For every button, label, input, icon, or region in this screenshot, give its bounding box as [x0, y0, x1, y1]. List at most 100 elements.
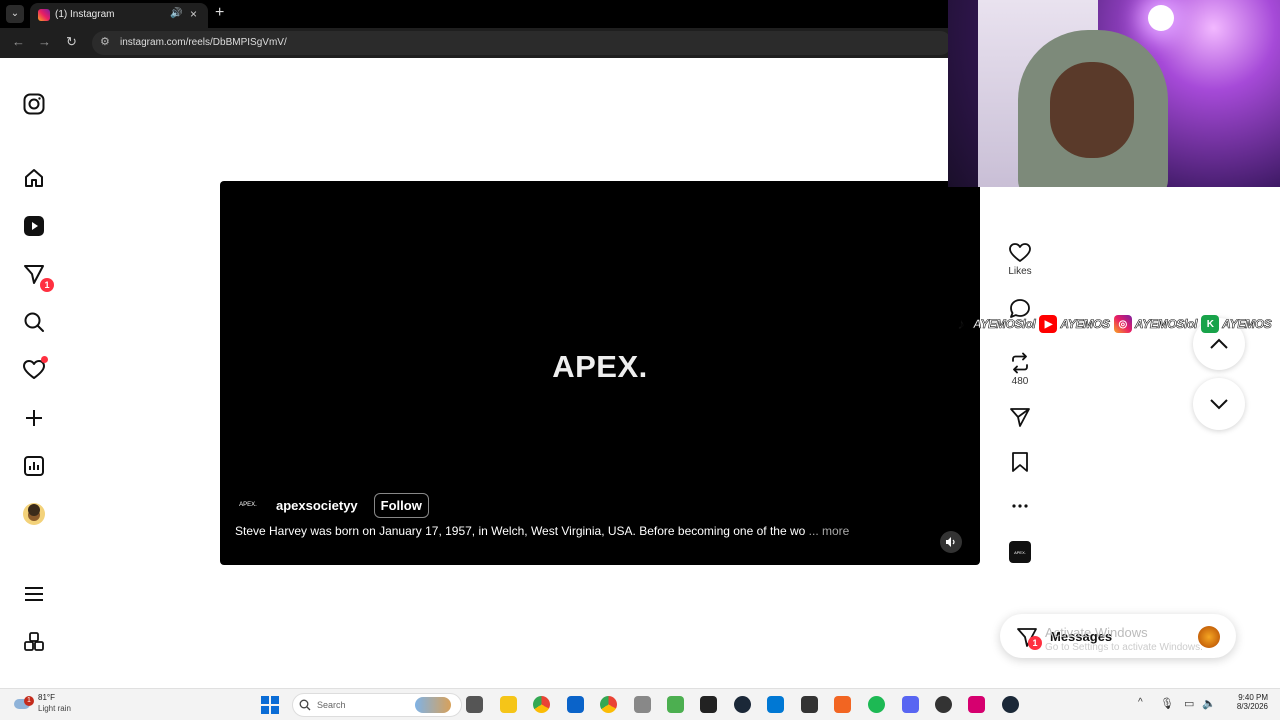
store-icon[interactable]	[567, 696, 584, 713]
social-instagram: ◎ AYEMOSlol	[1113, 315, 1198, 333]
mute-toggle-icon[interactable]	[940, 531, 962, 553]
webcam-lamp	[1148, 5, 1174, 31]
repost-icon[interactable]	[1009, 352, 1031, 374]
webcam-person-face	[1050, 62, 1134, 158]
spotify-icon[interactable]	[868, 696, 885, 713]
forward-icon[interactable]: →	[38, 34, 51, 49]
network-icon[interactable]: ▭	[1184, 697, 1194, 710]
capcut-icon[interactable]	[700, 696, 717, 713]
more-dots-icon[interactable]	[1009, 496, 1031, 516]
tab-search-dropdown-icon[interactable]: ⌄	[6, 5, 24, 23]
reel-caption[interactable]: Steve Harvey was born on January 17, 195…	[235, 524, 849, 538]
clock-time: 9:40 PM	[1238, 693, 1268, 702]
social-handle: AYEMOSlol	[1134, 317, 1198, 332]
search-highlight-icon	[415, 697, 451, 713]
tab-close-icon[interactable]: ×	[190, 7, 197, 21]
share-icon[interactable]	[1009, 406, 1031, 428]
chevron-down-icon	[1210, 399, 1228, 410]
youtube-icon: ▶	[1039, 315, 1058, 333]
bookmark-icon[interactable]	[1009, 451, 1031, 473]
windows-start-icon[interactable]	[261, 696, 279, 714]
settings-gear-icon[interactable]	[634, 696, 651, 713]
apps-grid-icon[interactable]	[22, 630, 46, 654]
reload-icon[interactable]: ↻	[66, 34, 77, 50]
new-tab-icon[interactable]: +	[215, 4, 224, 22]
social-youtube: ▶ AYEMOS	[1039, 315, 1110, 333]
weather-desc: Light rain	[38, 704, 71, 713]
heart-icon[interactable]	[1009, 242, 1031, 264]
follow-button[interactable]: Follow	[373, 492, 429, 518]
reel-video[interactable]: APEX. APEX. apexsocietyy Follow Steve Ha…	[220, 181, 980, 565]
activate-windows-sub: Go to Settings to activate Windows.	[1045, 642, 1203, 653]
caption-text: Steve Harvey was born on January 17, 195…	[235, 524, 806, 538]
taskbar-search-icon	[299, 699, 311, 711]
audio-thumb-text: APEX.	[1009, 541, 1031, 563]
activate-windows-title: Activate Windows	[1045, 625, 1148, 640]
more-options-action[interactable]	[1000, 496, 1040, 516]
task-view-icon[interactable]	[466, 696, 483, 713]
repost-action[interactable]: 480	[1000, 352, 1040, 387]
steam-icon[interactable]	[734, 696, 751, 713]
author-avatar[interactable]: APEX.	[234, 491, 262, 519]
like-action[interactable]: Likes	[1000, 242, 1040, 277]
browser-tab[interactable]: (1) Instagram 🔊 ×	[30, 3, 208, 28]
taskbar-search-placeholder: Search	[317, 700, 346, 710]
home-icon[interactable]	[22, 166, 46, 190]
share-action[interactable]	[1000, 406, 1040, 428]
chevron-up-icon	[1210, 338, 1228, 349]
create-plus-icon[interactable]	[22, 406, 46, 430]
notifications-dot	[41, 356, 48, 363]
file-explorer-icon[interactable]	[500, 696, 517, 713]
reel-author: APEX. apexsocietyy Follow	[234, 491, 429, 519]
next-reel-button[interactable]	[1193, 378, 1245, 430]
microphone-icon[interactable]: 🎙	[1160, 697, 1174, 710]
instagram-sidebar: 1	[0, 60, 68, 688]
tiktok-icon: ♪	[957, 315, 965, 333]
social-handle: AYEMOS	[1222, 317, 1272, 332]
caption-more-link[interactable]: ... more	[809, 524, 850, 538]
volume-icon[interactable]: 🔈	[1202, 697, 1216, 710]
tab-audio-icon[interactable]: 🔊	[170, 8, 182, 19]
clock-date: 8/3/2026	[1236, 702, 1268, 711]
messages-badge: 1	[1028, 636, 1042, 650]
author-username[interactable]: apexsocietyy	[276, 498, 358, 513]
back-icon[interactable]: ←	[12, 34, 25, 49]
audio-thumbnail[interactable]: APEX.	[1000, 541, 1040, 563]
social-kick: K AYEMOS	[1201, 315, 1272, 333]
messages-nav-icon[interactable]: 1	[22, 262, 54, 292]
search-icon[interactable]	[22, 310, 46, 334]
chrome-icon[interactable]	[533, 696, 550, 713]
instagram-icon: ◎	[1113, 315, 1132, 333]
instagram-favicon-icon	[38, 9, 50, 21]
dashboard-icon[interactable]	[22, 454, 46, 478]
profile-avatar[interactable]	[22, 502, 46, 526]
weather-temp: 81°F	[38, 693, 55, 702]
steam-2-icon[interactable]	[1002, 696, 1019, 713]
screen: ⌄ (1) Instagram 🔊 × + ← → ↻ ⚙ instagram.…	[0, 0, 1280, 720]
site-info-icon[interactable]: ⚙	[100, 35, 110, 48]
notifications-heart-icon[interactable]	[22, 356, 48, 382]
more-menu-icon[interactable]	[22, 582, 46, 606]
taskbar-search-box[interactable]: Search	[292, 693, 462, 717]
address-bar[interactable]: ⚙ instagram.com/reels/DbBMPISgVmV/	[92, 31, 952, 55]
reel-brand-text: APEX.	[552, 349, 648, 384]
app-pink-icon[interactable]	[968, 696, 985, 713]
likes-label: Likes	[1008, 266, 1032, 277]
kick-icon: K	[1201, 315, 1220, 333]
social-handle: AYEMOS	[1060, 317, 1110, 332]
reels-icon[interactable]	[22, 214, 46, 238]
tray-chevron-icon[interactable]: ^	[1138, 697, 1143, 708]
epic-games-icon[interactable]	[801, 696, 818, 713]
taskbar-clock[interactable]: 9:40 PM 8/3/2026	[1224, 693, 1268, 711]
weather-badge: 1	[24, 696, 34, 706]
tab-title: (1) Instagram	[55, 9, 115, 20]
app-orange-icon[interactable]	[834, 696, 851, 713]
instagram-logo-icon[interactable]	[22, 92, 46, 116]
app-blue-icon[interactable]	[767, 696, 784, 713]
discord-icon[interactable]	[902, 696, 919, 713]
save-action[interactable]	[1000, 451, 1040, 473]
obs-icon[interactable]	[935, 696, 952, 713]
windows-taskbar: 1 81°F Light rain Search ^ 🎙 ▭ 🔈 9:40 PM…	[0, 688, 1280, 720]
minecraft-icon[interactable]	[667, 696, 684, 713]
chrome-active-icon[interactable]	[600, 696, 617, 713]
